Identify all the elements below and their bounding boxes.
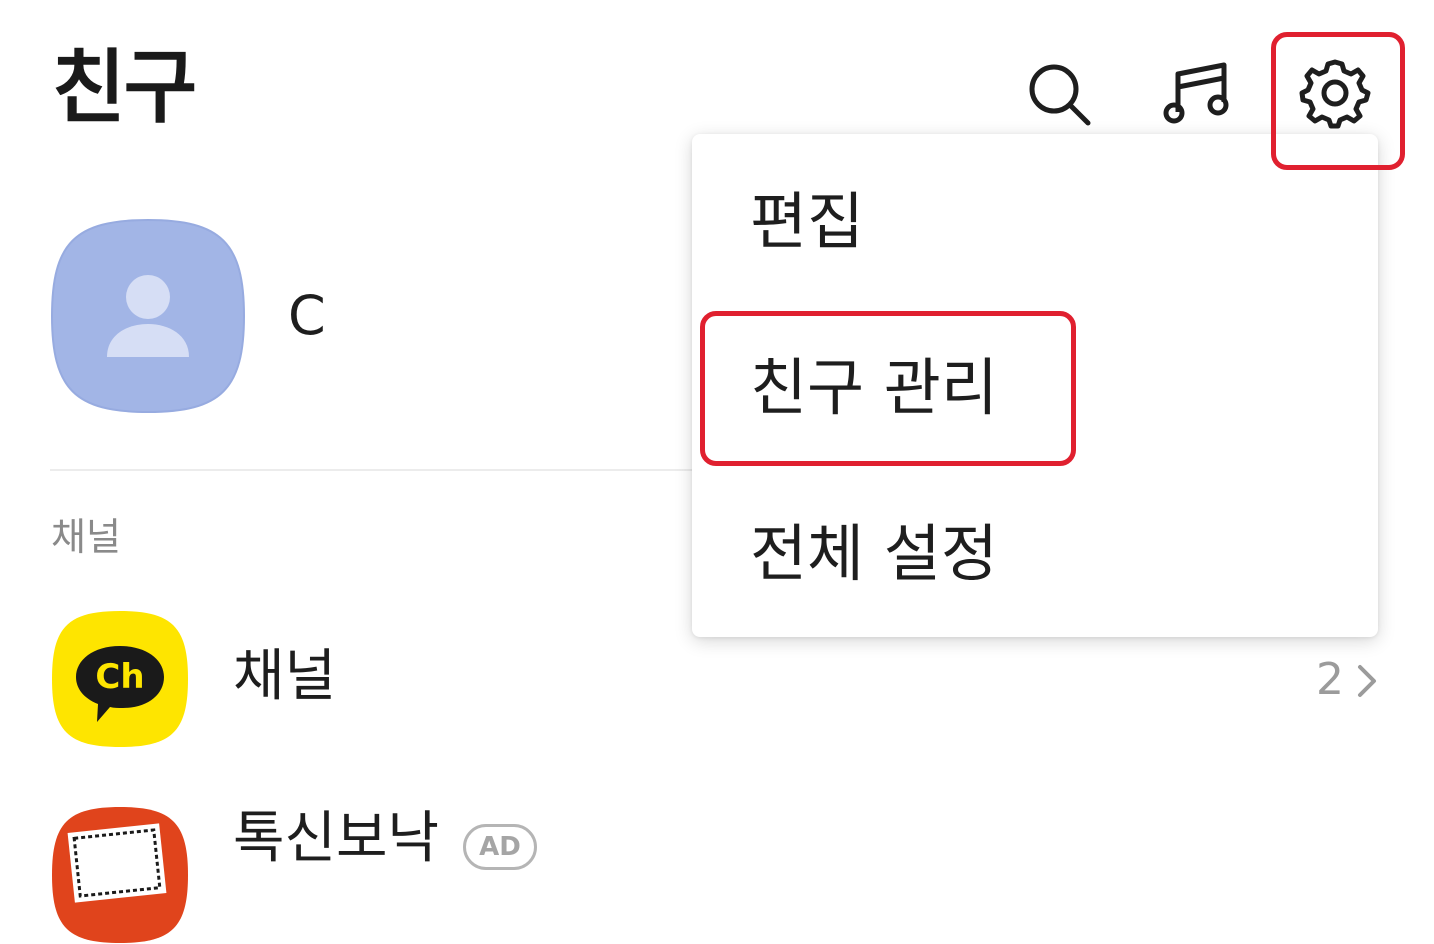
music-icon[interactable] <box>1162 60 1232 126</box>
menu-item-all-settings[interactable]: 전체 설정 <box>692 480 1378 640</box>
svg-text:Ch: Ch <box>95 657 144 697</box>
search-icon[interactable] <box>1027 62 1093 128</box>
menu-item-edit-label: 편집 <box>750 185 865 258</box>
menu-item-manage-friends[interactable]: 친구 관리 <box>692 314 1378 474</box>
channel-label: 채널 <box>233 644 337 709</box>
section-label-channel: 채널 <box>51 515 121 559</box>
promo-label: 톡신보낙 <box>233 806 440 871</box>
menu-item-all-settings-label: 전체 설정 <box>750 517 998 590</box>
avatar[interactable] <box>51 219 245 413</box>
promo-app-icon <box>52 807 188 943</box>
ad-badge: AD <box>463 824 537 870</box>
profile-name[interactable]: C <box>288 284 326 348</box>
channel-count: 2 <box>1316 654 1344 705</box>
kakao-channel-icon: Ch <box>52 611 188 747</box>
page-title: 친구 <box>52 41 197 134</box>
settings-gear-icon[interactable] <box>1298 56 1372 130</box>
menu-item-edit[interactable]: 편집 <box>692 144 1378 304</box>
divider <box>50 469 750 471</box>
list-item-promo[interactable]: 톡신보낙 AD <box>0 800 1434 943</box>
settings-dropdown-menu: 편집 친구 관리 전체 설정 <box>692 134 1378 637</box>
chevron-right-icon <box>1358 665 1376 697</box>
menu-item-manage-friends-label: 친구 관리 <box>750 351 998 424</box>
